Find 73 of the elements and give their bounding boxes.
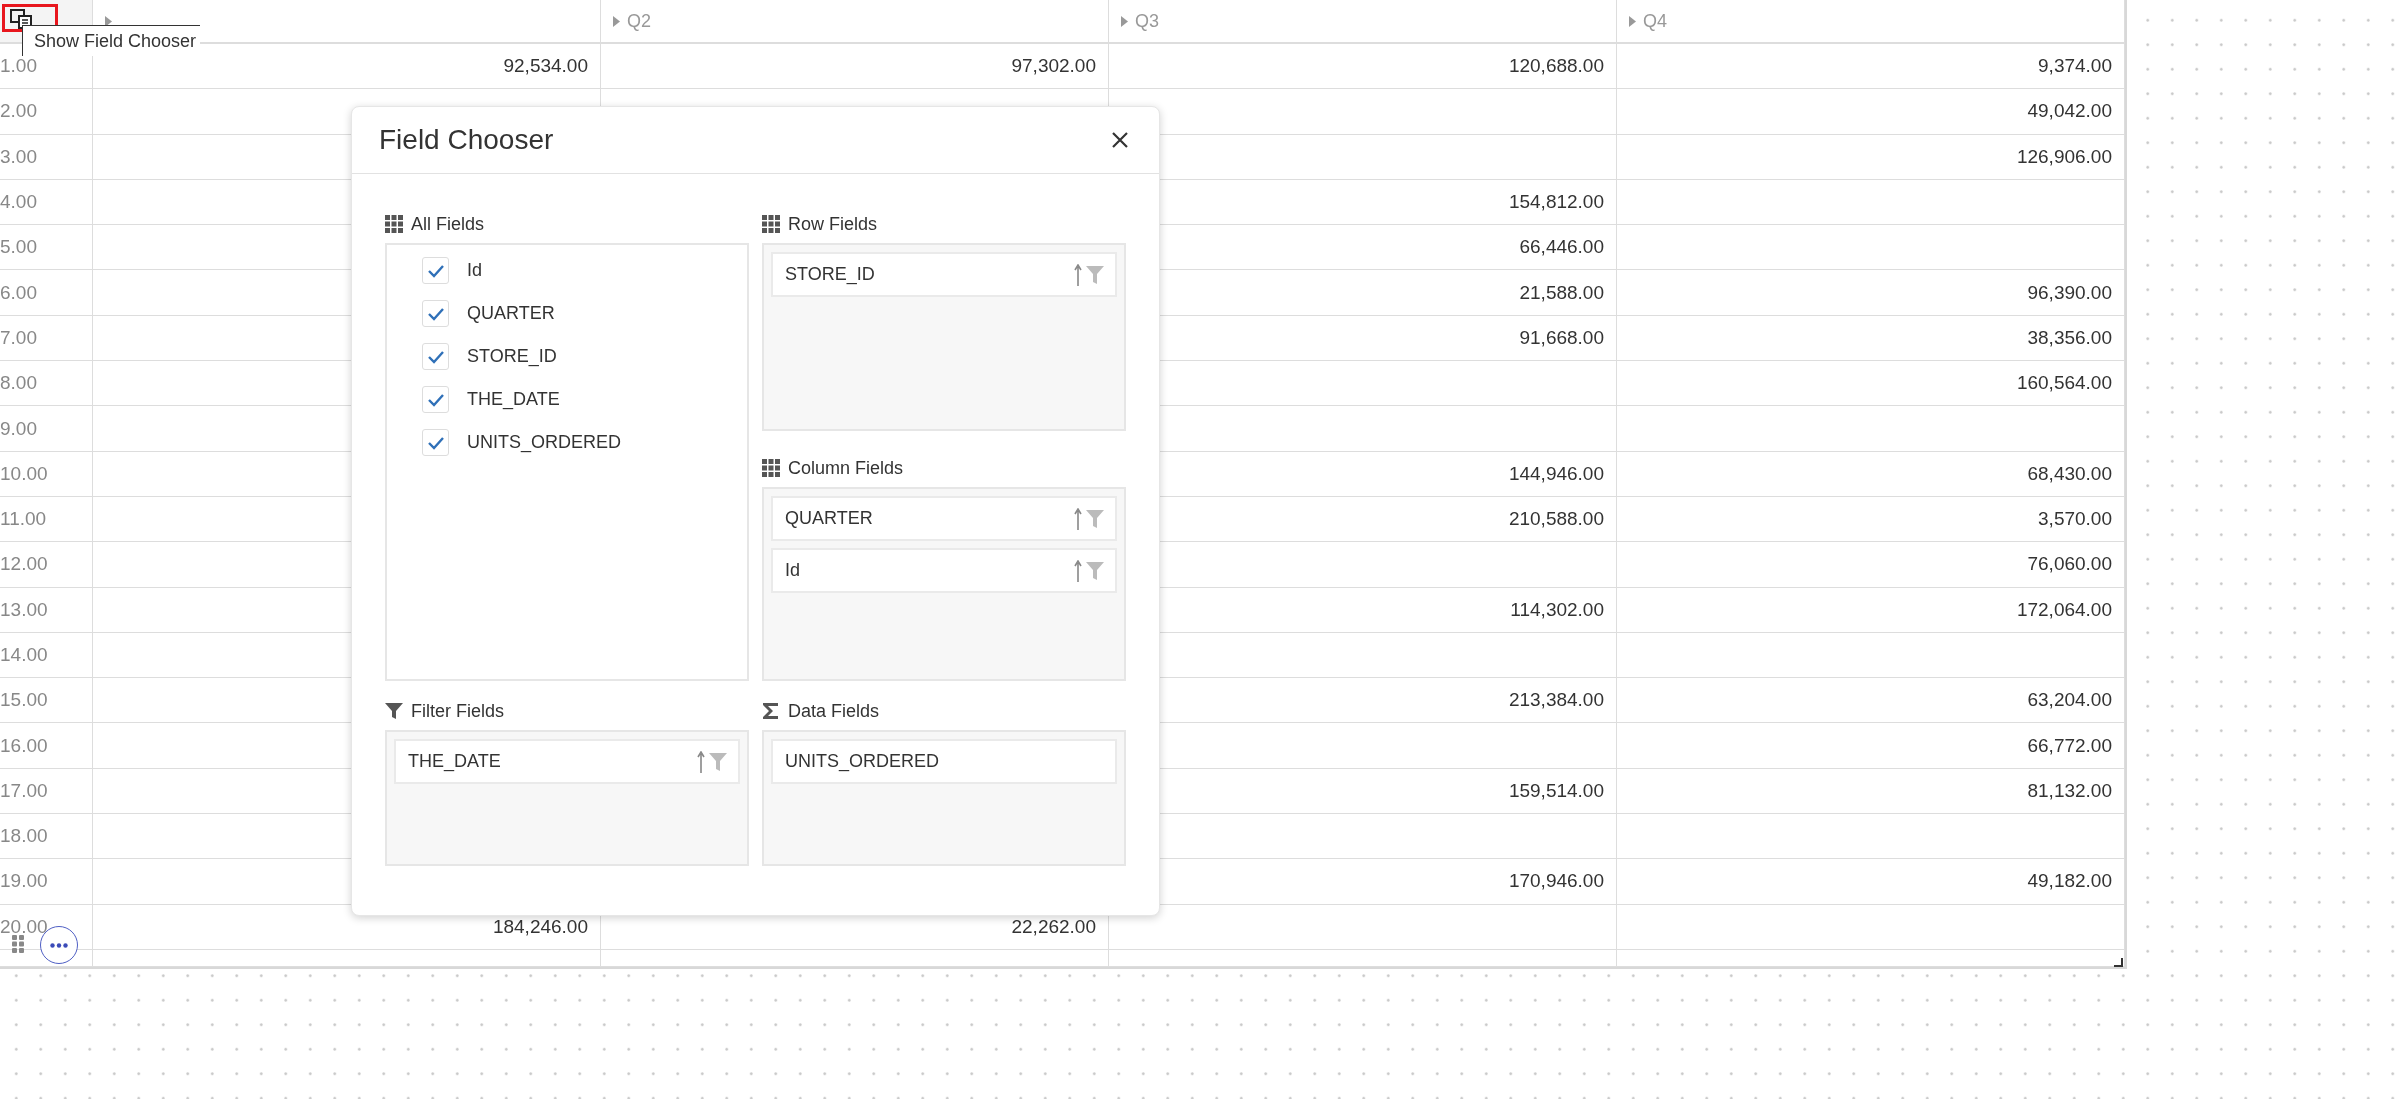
row-header: 14.00 <box>0 632 93 679</box>
row-header: 9.00 <box>0 406 93 452</box>
row-header: 6.00 <box>0 270 93 316</box>
row-header: 8.00 <box>0 361 93 407</box>
section-title: Filter Fields <box>411 700 504 722</box>
table-cell: 38,356.00 <box>1617 315 2125 362</box>
more-icon <box>50 942 68 948</box>
grid-icon <box>762 459 780 477</box>
row-header: 18.00 <box>0 814 93 860</box>
row-header: 19.00 <box>0 859 93 905</box>
row-header: 5.00 <box>0 225 93 271</box>
field-chip[interactable]: QUARTER <box>771 496 1117 541</box>
row-header: 17.00 <box>0 768 93 815</box>
table-cell: 81,132.00 <box>1617 768 2125 815</box>
row-header: 4.00 <box>0 179 93 226</box>
caret-icon[interactable] <box>105 15 112 27</box>
checkbox[interactable] <box>422 300 449 327</box>
row-header: 15.00 <box>0 678 93 724</box>
table-cell: 97,302.00 <box>601 44 1109 90</box>
field-chip[interactable]: Id <box>771 548 1117 593</box>
dialog-title: Field Chooser <box>379 124 554 156</box>
checkbox[interactable] <box>422 386 449 413</box>
table-cell: 76,060.00 <box>1617 542 2125 588</box>
funnel-icon[interactable] <box>1086 561 1104 580</box>
row-header: 2.00 <box>0 89 93 135</box>
table-cell: 68,430.00 <box>1617 451 2125 497</box>
field-label: Id <box>467 260 482 281</box>
table-cell: 126,906.00 <box>1617 134 2125 180</box>
sigma-icon <box>762 702 780 720</box>
field-chip[interactable]: THE_DATE <box>394 739 740 784</box>
checkbox[interactable] <box>422 429 449 456</box>
section-title: All Fields <box>411 213 485 235</box>
row-header: 13.00 <box>0 587 93 633</box>
resize-handle-icon[interactable] <box>2114 958 2123 967</box>
funnel-icon[interactable] <box>709 752 727 771</box>
checkbox[interactable] <box>422 343 449 370</box>
table-cell: 172,064.00 <box>1617 587 2125 633</box>
table-cell: 63,204.00 <box>1617 678 2125 724</box>
section-title: Column Fields <box>788 457 904 479</box>
field-chip[interactable]: UNITS_ORDERED <box>771 739 1117 784</box>
field-label: STORE_ID <box>467 346 557 367</box>
section-title: Row Fields <box>788 213 878 235</box>
sort-arrow-icon[interactable] <box>1074 263 1082 286</box>
funnel-icon[interactable] <box>1086 265 1104 284</box>
drag-handle-icon[interactable] <box>12 935 24 953</box>
row-header: 3.00 <box>0 134 93 180</box>
field-label: QUARTER <box>467 303 555 324</box>
table-cell: 96,390.00 <box>1617 270 2125 316</box>
table-cell: 3,570.00 <box>1617 496 2125 543</box>
sort-arrow-icon[interactable] <box>697 750 705 773</box>
table-cell: 9,374.00 <box>1617 44 2125 90</box>
table-cell: 120,688.00 <box>1109 44 1617 90</box>
sort-arrow-icon[interactable] <box>1074 507 1082 530</box>
row-header: 16.00 <box>0 723 93 769</box>
row-header: 10.00 <box>0 451 93 497</box>
section-title: Data Fields <box>788 700 880 722</box>
row-header: 7.00 <box>0 315 93 362</box>
table-cell: 66,772.00 <box>1617 723 2125 769</box>
checkbox[interactable] <box>422 257 449 284</box>
row-header: 12.00 <box>0 542 93 588</box>
table-cell: 160,564.00 <box>1617 361 2125 407</box>
field-chip[interactable]: STORE_ID <box>771 252 1117 297</box>
field-label: THE_DATE <box>467 389 560 410</box>
filter-icon <box>385 702 403 720</box>
funnel-icon[interactable] <box>1086 509 1104 528</box>
table-cell: 49,182.00 <box>1617 859 2125 905</box>
row-header: 11.00 <box>0 496 93 543</box>
sort-arrow-icon[interactable] <box>1074 559 1082 582</box>
field-label: UNITS_ORDERED <box>467 432 622 453</box>
grid-icon <box>385 215 403 233</box>
table-cell: 49,042.00 <box>1617 89 2125 135</box>
close-icon <box>1111 131 1129 149</box>
grid-icon <box>762 215 780 233</box>
